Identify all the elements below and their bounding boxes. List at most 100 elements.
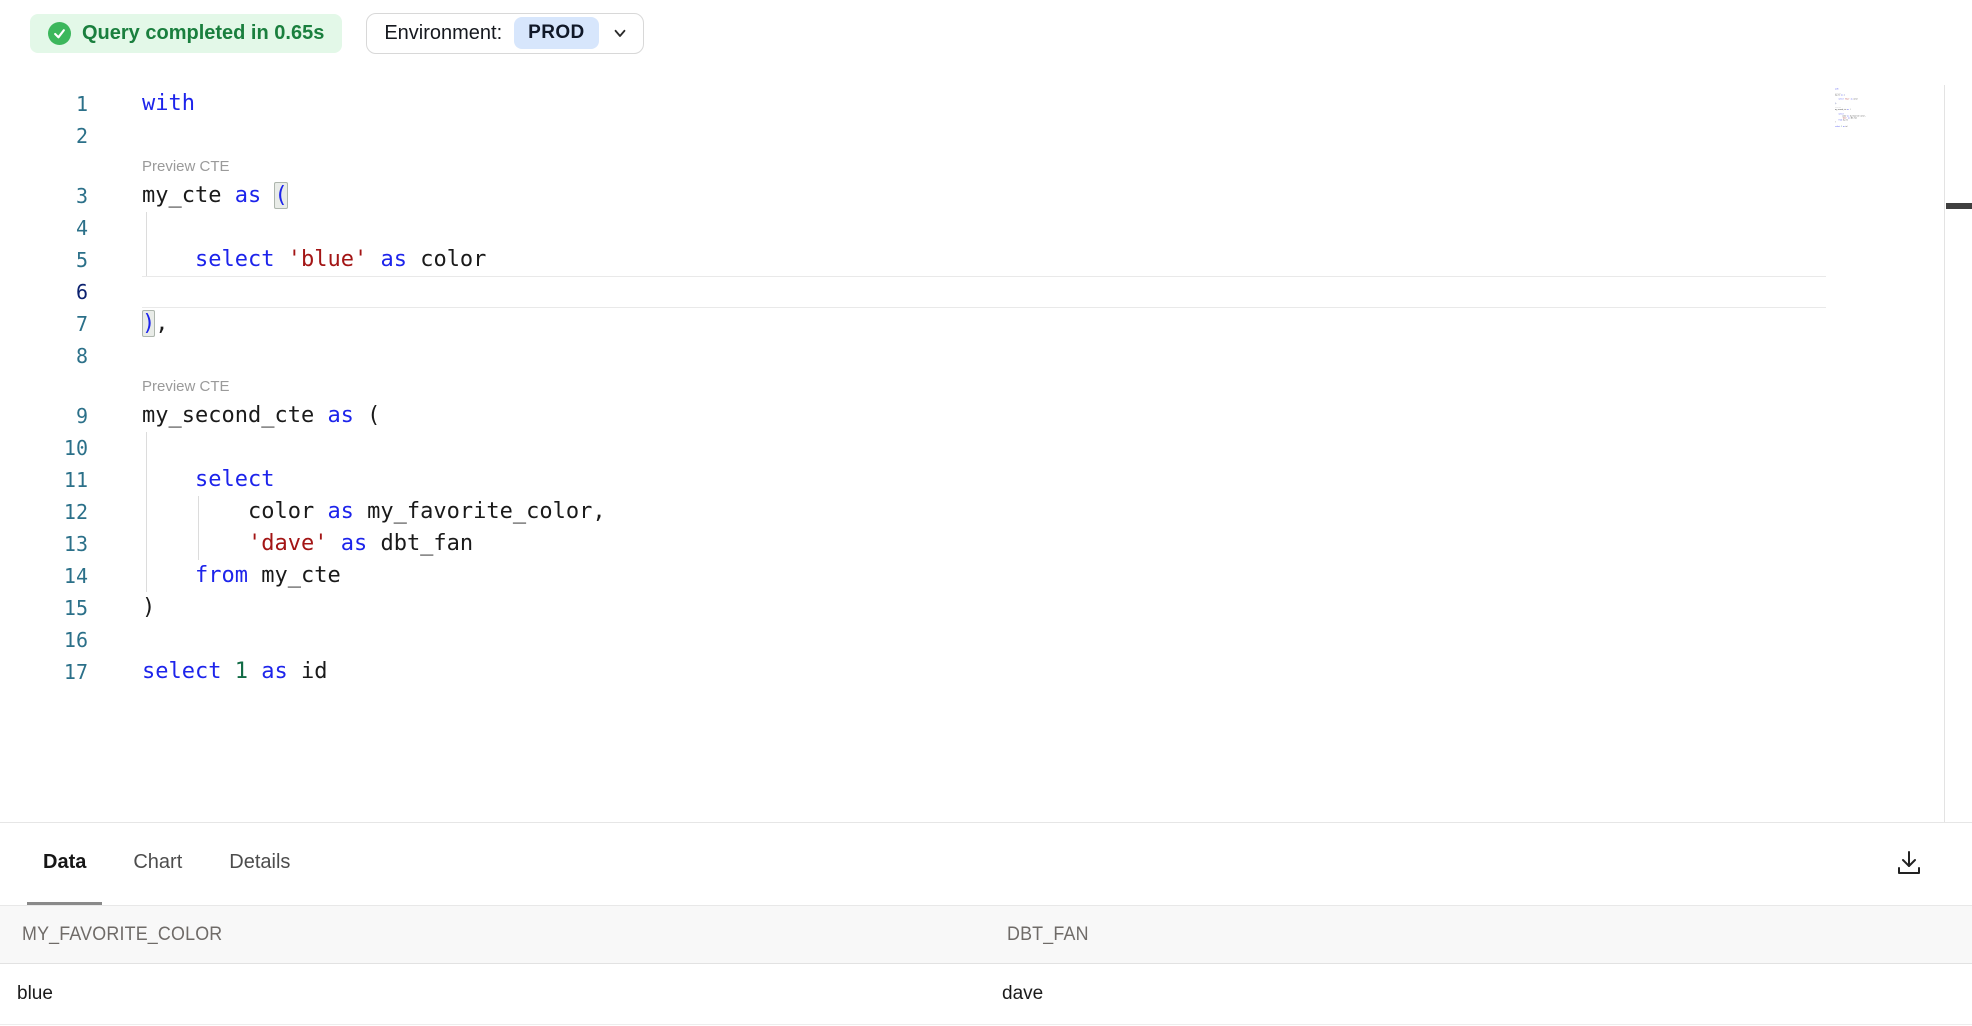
line-number: 5 [0,244,88,276]
code-token: 1 [235,659,248,684]
code-line[interactable]: select 1 as id [1835,125,1940,127]
code-token: my_second_cte [142,403,327,428]
code-line[interactable]: color as my_favorite_color, [142,496,1826,528]
code-token: with [142,91,195,116]
results-panel: DataChartDetails MY_FAVORITE_COLORDBT_FA… [0,822,1972,1026]
code-line[interactable] [142,624,1826,656]
preview-cte-button[interactable]: Preview CTE [142,152,1826,180]
code-token [261,183,274,208]
table-cell: blue [0,983,985,1005]
line-number: 7 [0,308,88,340]
tab-details[interactable]: Details [213,823,306,905]
code-token: my_cte [142,183,235,208]
sql-ide-app: Query completed in 0.65s Environment: PR… [0,0,1972,1026]
code-token: dbt_fan [1850,117,1857,119]
code-token [327,531,340,556]
scrollbar-track [1944,85,1945,822]
line-number: 13 [0,528,88,560]
line-number: 3 [0,180,88,212]
indent-guide [198,496,199,560]
code-token: ( [1849,109,1851,111]
code-token [248,659,261,684]
topbar: Query completed in 0.65s Environment: PR… [0,0,1972,66]
code-token [274,247,287,272]
code-token: my_favorite_color, [354,499,606,524]
code-token: my_second_cte [1835,109,1847,111]
code-token [367,247,380,272]
code-token: select [195,247,274,272]
indent-guide [146,432,147,592]
code-line[interactable]: ), [142,308,1826,340]
code-line[interactable] [142,212,1826,244]
code-line[interactable] [142,120,1826,152]
code-token: my_cte [248,563,341,588]
line-number: 10 [0,432,88,464]
tab-chart[interactable]: Chart [117,823,198,905]
code-token [221,659,234,684]
gutter-widget-gap [0,372,88,400]
code-line[interactable] [142,432,1826,464]
code-line[interactable]: select 1 as id [142,656,1826,688]
minimap[interactable]: withPreview CTEmy_cte as ( select 'blue'… [1835,88,1940,140]
code-token: , [155,311,168,336]
results-table-body: bluedave [0,964,1972,1025]
line-number: 6 [0,276,88,308]
table-row: bluedave [0,964,1972,1025]
code-token: ( [354,403,381,428]
check-circle-icon [48,22,71,45]
code-token: color [407,247,486,272]
indent-guide [146,212,147,276]
code-token: id [288,659,328,684]
code-token [142,467,195,492]
code-line[interactable]: from my_cte [142,560,1826,592]
code-line[interactable]: 'dave' as dbt_fan [142,528,1826,560]
line-number: 17 [0,656,88,688]
results-tabs: DataChartDetails [0,823,1972,906]
code-token [142,247,195,272]
code-line[interactable]: ) [142,592,1826,624]
code-token: 'dave' [248,531,327,556]
query-status-badge: Query completed in 0.65s [30,14,342,53]
code-token: from [195,563,248,588]
code-line[interactable] [142,276,1826,308]
code-token [142,563,195,588]
code-token: as [261,659,288,684]
code-token: ) [1835,121,1836,123]
results-table-header: MY_FAVORITE_COLORDBT_FAN [0,906,1972,964]
line-number: 16 [0,624,88,656]
code-token: as [327,499,354,524]
code-token [142,531,248,556]
line-number: 2 [0,120,88,152]
matched-bracket: ) [142,310,155,337]
code-token: select [195,467,274,492]
code-line[interactable] [142,340,1826,372]
chevron-down-icon [611,24,629,42]
matched-bracket: ( [1844,94,1845,96]
code-token: as [341,531,368,556]
matched-bracket: ( [274,182,287,209]
column-header: DBT_FAN [985,924,1972,946]
environment-label: Environment: [384,22,502,45]
code-token: as [327,403,354,428]
code-token: color [142,499,327,524]
line-number: 15 [0,592,88,624]
code-line[interactable]: with [142,88,1826,120]
code-token: id [1845,126,1848,128]
environment-selector[interactable]: Environment: PROD [366,13,643,54]
line-number: 9 [0,400,88,432]
download-icon[interactable] [1893,847,1925,879]
preview-cte-button[interactable]: Preview CTE [142,372,1826,400]
column-header: MY_FAVORITE_COLOR [0,924,985,946]
environment-value-badge: PROD [514,17,599,49]
code-content[interactable]: withPreview CTEmy_cte as ( select 'blue'… [1835,88,1940,128]
line-number-gutter: 1234567891011121314151617 [0,88,88,688]
code-line[interactable]: my_second_cte as ( [142,400,1826,432]
code-line[interactable]: select 'blue' as color [142,244,1826,276]
code-editor[interactable]: 1234567891011121314151617 withPreview CT… [0,66,1972,822]
code-line[interactable]: select [142,464,1826,496]
code-line[interactable]: my_cte as ( [142,180,1826,212]
code-token: dbt_fan [367,531,473,556]
tab-data[interactable]: Data [27,823,102,905]
code-content[interactable]: withPreview CTEmy_cte as ( select 'blue'… [142,88,1826,688]
scrollbar-thumb[interactable] [1946,203,1972,209]
